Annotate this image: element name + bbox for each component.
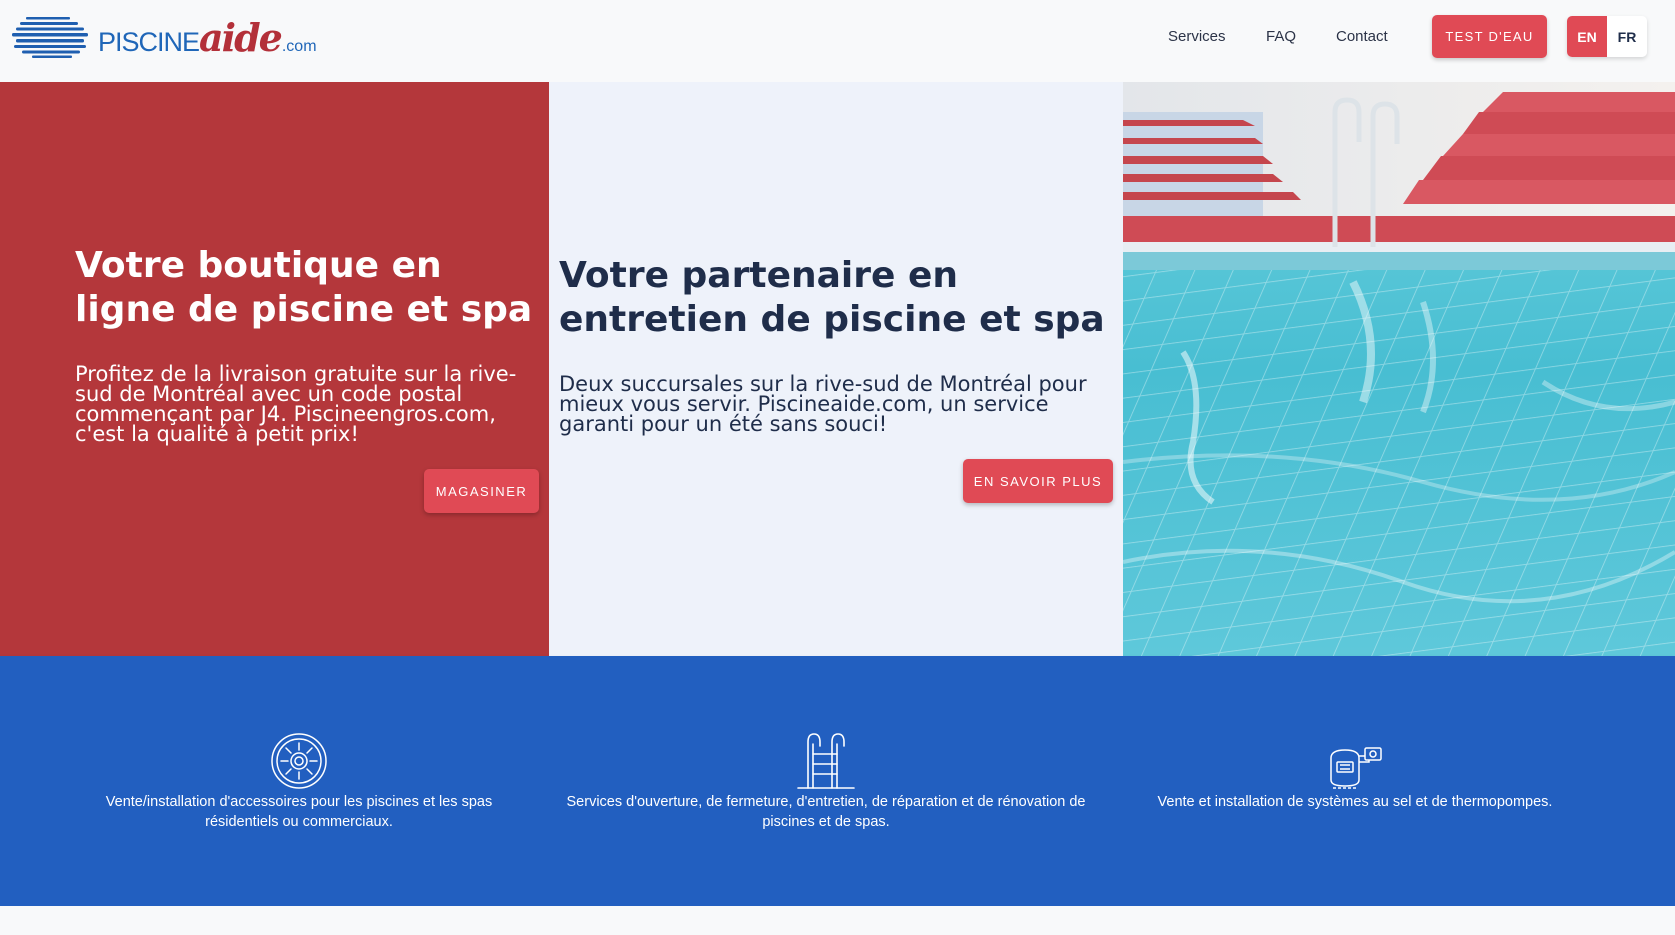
logo-piscine: PISCINE xyxy=(98,26,200,57)
learn-more-button[interactable]: EN SAVOIR PLUS xyxy=(963,459,1113,503)
nav-contact[interactable]: Contact xyxy=(1336,28,1388,45)
service-text: Vente et installation de systèmes au sel… xyxy=(1157,794,1553,810)
hero-section: Votre boutique en ligne de piscine et sp… xyxy=(0,82,1675,656)
service-text: Vente/installation d'accessoires pour le… xyxy=(105,794,493,830)
service-item-accessories: Vente/installation d'accessoires pour le… xyxy=(80,732,518,832)
lang-en-button[interactable]: EN xyxy=(1567,16,1607,57)
service-item-salt-systems: Vente et installation de systèmes au sel… xyxy=(1130,744,1580,812)
services-band: Vente/installation d'accessoires pour le… xyxy=(0,656,1675,906)
lang-fr-button[interactable]: FR xyxy=(1607,16,1647,57)
logo-com: .com xyxy=(281,37,317,55)
water-test-button[interactable]: TEST D'EAU xyxy=(1432,15,1547,58)
pool-filter-icon xyxy=(1330,747,1382,789)
nav-faq[interactable]: FAQ xyxy=(1266,28,1296,45)
language-switcher: EN FR xyxy=(1567,16,1647,57)
pool-photo xyxy=(1123,82,1675,656)
logo-wordmark: PISCINE aide .com xyxy=(98,15,317,60)
logo-aide: aide xyxy=(199,14,283,60)
service-text: Deux succursales sur la rive-sud de Mont… xyxy=(559,372,1087,436)
site-header: PISCINE aide .com Services FAQ Contact T… xyxy=(0,0,1675,82)
logo-waves-icon xyxy=(12,17,88,58)
shop-text: Profitez de la livraison gratuite sur la… xyxy=(75,362,517,446)
nav-services[interactable]: Services xyxy=(1168,28,1226,45)
pool-drain-icon xyxy=(271,733,327,789)
service-item-maintenance: Services d'ouverture, de fermeture, d'en… xyxy=(548,732,1104,832)
service-panel xyxy=(549,82,1123,656)
page-bottom xyxy=(0,906,1675,935)
shop-title: Votre boutique en ligne de piscine et sp… xyxy=(75,245,533,330)
service-text: Services d'ouverture, de fermeture, d'en… xyxy=(566,794,1086,830)
pool-ladder-icon xyxy=(797,733,855,789)
service-title: Votre partenaire en entretien de piscine… xyxy=(559,255,1105,340)
shop-button[interactable]: MAGASINER xyxy=(424,469,539,513)
site-logo[interactable]: PISCINE aide .com xyxy=(12,10,317,64)
